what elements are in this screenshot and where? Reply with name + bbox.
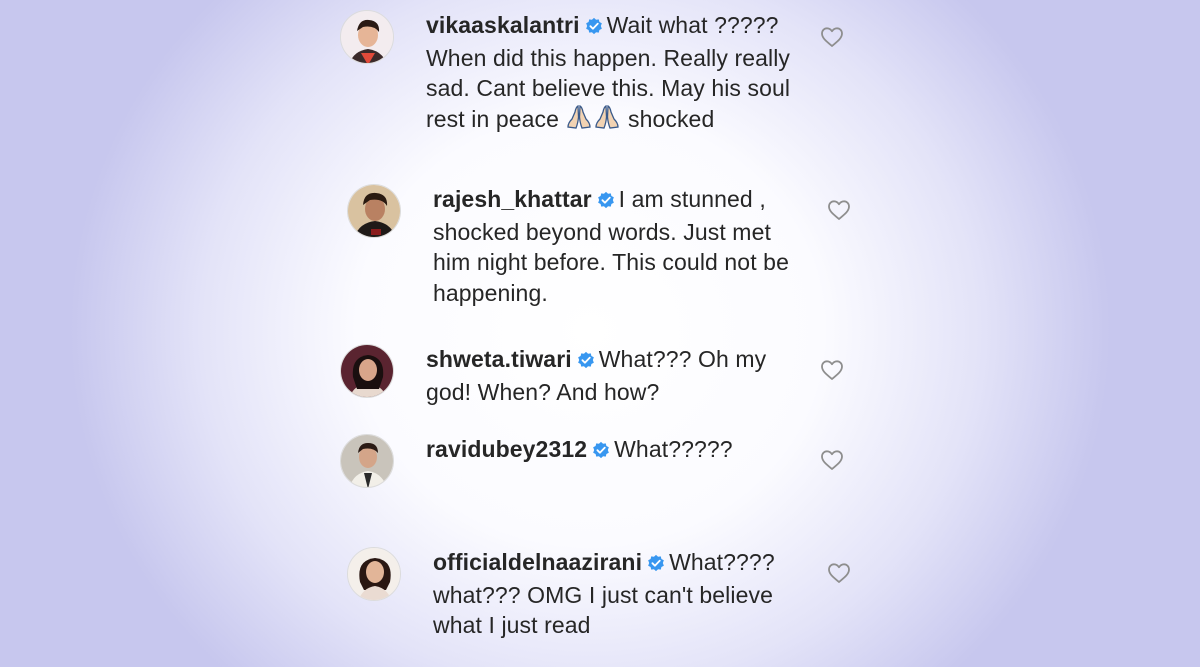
folded-hands-icon [565, 104, 593, 138]
avatar[interactable] [347, 547, 401, 601]
verified-badge-icon [592, 436, 610, 467]
comment-username[interactable]: officialdelnaazirani [433, 549, 642, 575]
avatar-image [341, 11, 393, 63]
avatar[interactable] [340, 434, 394, 488]
comment-username[interactable]: shweta.tiwari [426, 346, 572, 372]
like-heart-icon[interactable] [827, 199, 851, 221]
avatar-image [348, 548, 400, 600]
folded-hands-icon [593, 104, 621, 138]
avatar[interactable] [347, 184, 401, 238]
like-heart-icon[interactable] [827, 562, 851, 584]
comment-body: What????? [614, 436, 733, 462]
verified-badge-icon [577, 346, 595, 377]
like-heart-icon[interactable] [820, 449, 844, 471]
comment-text-block: vikaaskalantri Wait what ????? When did t… [426, 10, 796, 137]
like-heart-icon[interactable] [820, 359, 844, 381]
avatar-image [341, 345, 393, 397]
verified-badge-icon [647, 549, 665, 580]
comment-username[interactable]: vikaaskalantri [426, 12, 580, 38]
avatar[interactable] [340, 344, 394, 398]
avatar-image [348, 185, 400, 237]
avatar-image [341, 435, 393, 487]
verified-badge-icon [585, 12, 603, 43]
like-heart-icon[interactable] [820, 26, 844, 48]
verified-badge-icon [597, 186, 615, 217]
avatar[interactable] [340, 10, 394, 64]
comment-text-block: shweta.tiwari What??? Oh my god! When? An… [426, 344, 796, 407]
comment-username[interactable]: rajesh_khattar [433, 186, 592, 212]
comment-username[interactable]: ravidubey2312 [426, 436, 587, 462]
comment-text-block: officialdelnaazirani What???? what??? OMG… [433, 547, 803, 641]
comment-text-block: ravidubey2312 What????? [426, 434, 796, 467]
comment-body-end: shocked [621, 105, 715, 132]
comment-text-block: rajesh_khattar I am stunned , shocked bey… [433, 184, 803, 308]
